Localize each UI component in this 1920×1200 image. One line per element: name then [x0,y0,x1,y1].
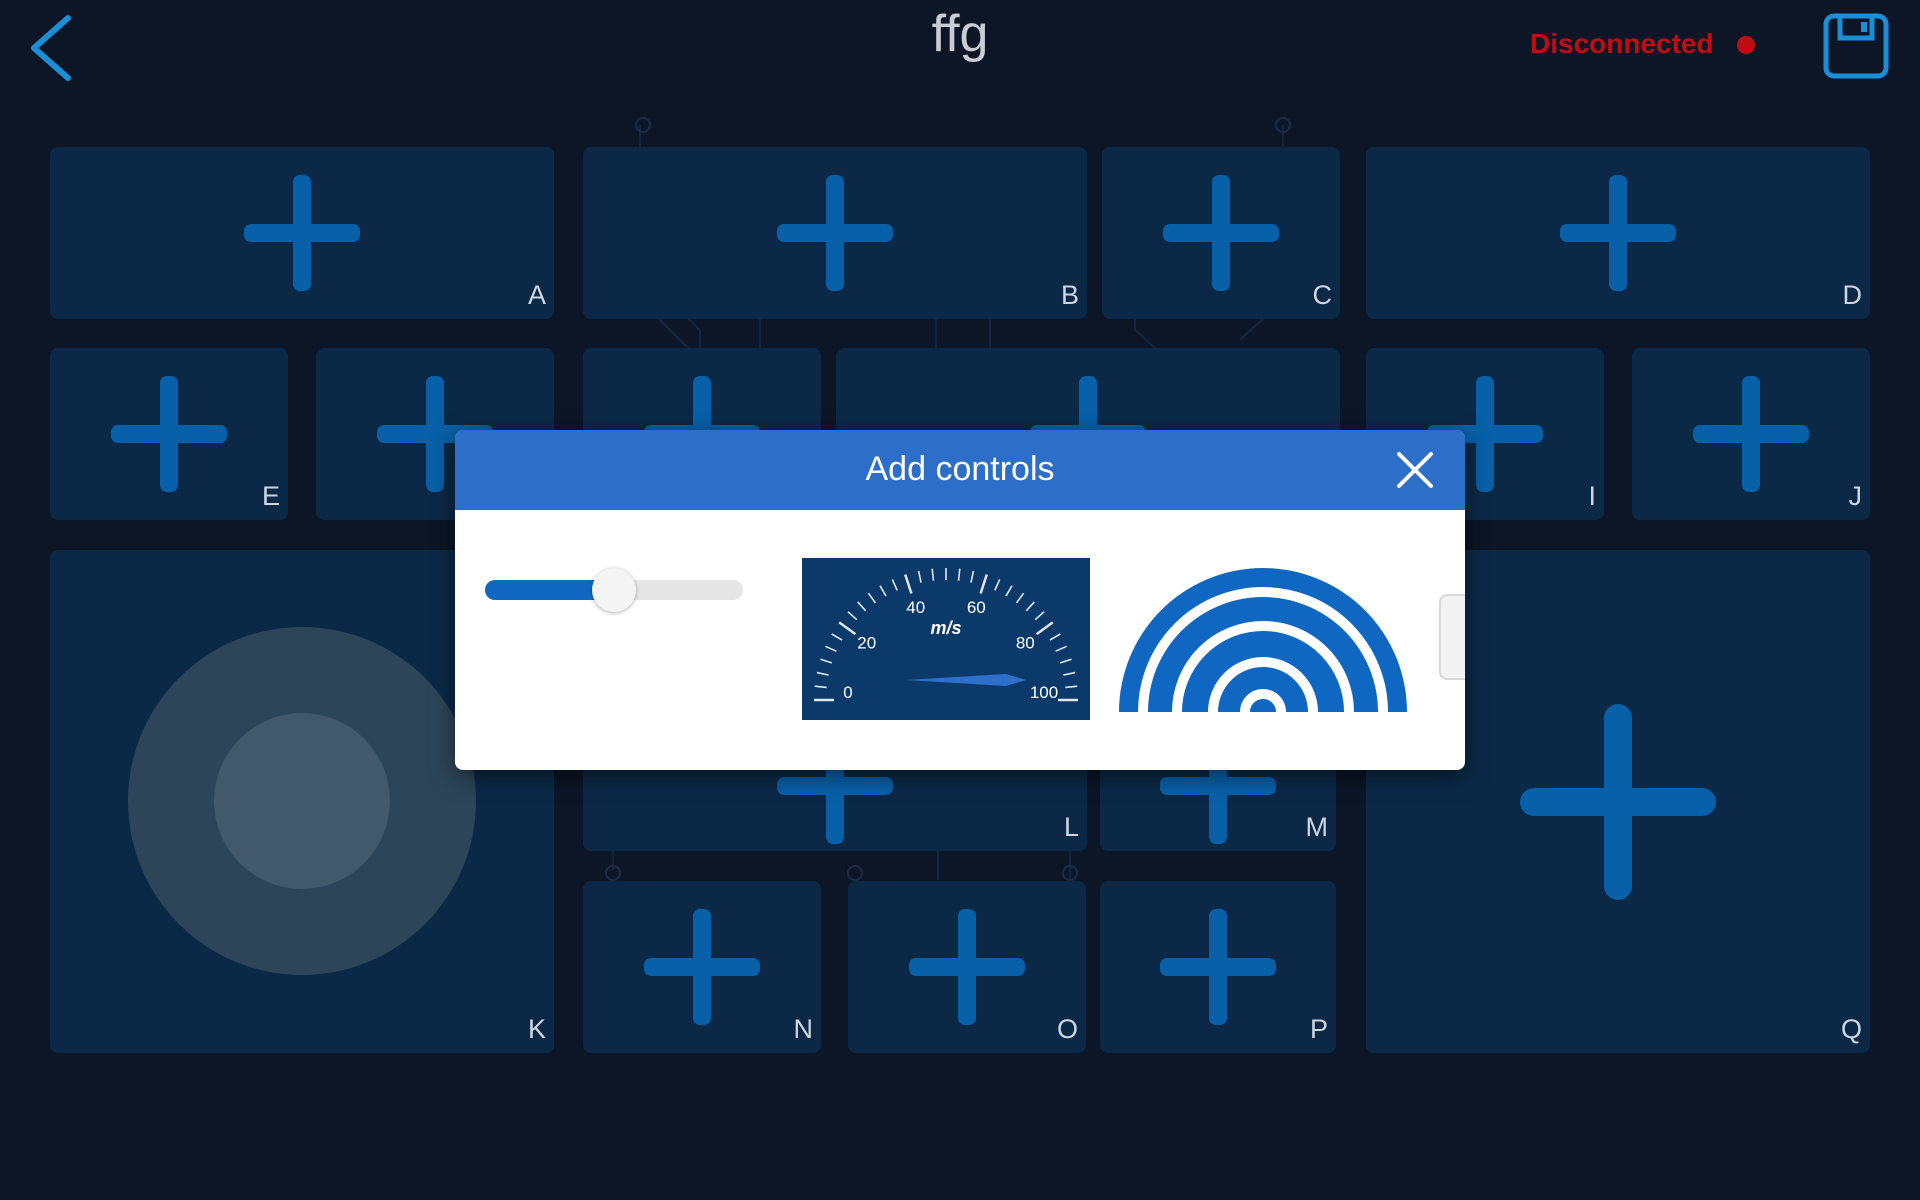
slot-label: P [1309,1014,1328,1044]
chevron-left-icon [31,15,71,81]
gauge-unit-label: m/s [930,618,961,638]
back-button[interactable] [24,12,84,84]
gauge-tick [1034,611,1045,621]
control-slot-d[interactable]: D [1366,147,1870,319]
gauge-tick-label: 80 [1016,633,1035,652]
slot-label: I [1588,481,1596,511]
gauge-tick [931,568,935,581]
speedometer-control-option[interactable]: 0 20 40 60 80 100 m/s [802,558,1090,720]
control-slot-b[interactable]: B [583,147,1087,319]
slot-label: O [1056,1014,1078,1044]
gauge-tick [1015,592,1025,604]
gauge-tick [979,574,988,594]
gauge-tick [1005,585,1013,597]
gauge-tick [820,658,833,664]
gauge-tick [1049,633,1061,641]
slot-label: L [1063,812,1079,842]
gauge-tick [994,579,1001,591]
control-slot-j[interactable]: J [1632,348,1870,520]
slot-label: M [1305,812,1329,842]
slot-label: D [1842,280,1863,310]
slot-label: E [261,481,280,511]
gauge-tick-label: 40 [906,598,925,617]
speedometer-gauge: 0 20 40 60 80 100 m/s [814,568,1078,702]
gauge-tick-label: 20 [857,633,876,652]
slot-label: N [793,1014,814,1044]
slot-label: B [1060,280,1079,310]
slider-control-option[interactable] [485,550,745,630]
slot-label: C [1312,280,1333,310]
gauge-tick [904,574,913,594]
more-controls-option[interactable] [1439,594,1465,680]
gauge-tick-label: 60 [967,598,986,617]
gauge-tick [838,621,857,636]
control-slot-o[interactable]: O [848,881,1086,1053]
gauge-tick [814,685,827,689]
control-slot-c[interactable]: C [1102,147,1340,319]
slot-label: K [527,1014,546,1044]
save-button[interactable] [1822,12,1890,80]
gauge-tick [970,570,975,583]
control-slot-p[interactable]: P [1100,881,1336,1053]
gauge-tick [1059,658,1072,664]
dialog-header: Add controls [455,430,1465,510]
add-controls-dialog: Add controls 0 20 40 60 80 100 m/s [455,430,1465,770]
control-slot-e[interactable]: E [50,348,288,520]
floppy-disk-icon [1823,13,1889,79]
gauge-tick [825,645,837,652]
signal-arcs-icon [1119,568,1407,713]
gauge-needle [906,674,1026,686]
gauge-tick [1025,601,1035,612]
gauge-tick [1035,621,1054,636]
close-button[interactable] [1395,450,1435,490]
control-slot-n[interactable]: N [583,881,821,1053]
gauge-tick [831,633,843,641]
page-title: ffg [931,5,989,63]
slider-thumb [592,568,636,612]
gauge-tick-label: 0 [843,683,852,702]
status-indicator-dot [1737,36,1755,54]
gauge-tick [957,568,961,581]
slot-label: J [1848,481,1863,511]
slider-track [485,568,743,612]
connection-status: Disconnected [1530,28,1714,59]
gauge-tick [1065,685,1078,689]
slot-label: Q [1840,1014,1862,1044]
slot-label: A [527,280,546,310]
gauge-tick [816,671,829,676]
signal-control-option[interactable] [1117,564,1409,713]
gauge-tick [867,592,877,604]
gauge-tick [847,611,858,621]
close-icon [1397,452,1433,488]
dialog-title: Add controls [865,450,1055,488]
gauge-tick [857,601,867,612]
control-slot-a[interactable]: A [50,147,554,319]
joystick-knob[interactable] [214,713,390,889]
joystick-base[interactable] [128,627,476,975]
gauge-tick [917,570,922,583]
gauge-tick-label: 100 [1030,683,1058,702]
gauge-tick [1063,671,1076,676]
gauge-tick [891,579,898,591]
gauge-tick [1055,645,1067,652]
gauge-tick [879,585,887,597]
